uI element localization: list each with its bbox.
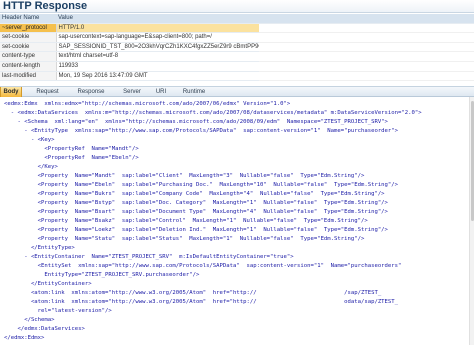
xml-line: <atom:link xmlns:atom="http://www.w3.org… bbox=[4, 290, 382, 296]
xml-line: <Property Name="Statu" sap:label="Status… bbox=[4, 236, 365, 242]
xml-line: <Property Name="Bsakz" sap:label="Contro… bbox=[4, 218, 368, 224]
header-value-cell: 119933 bbox=[56, 61, 259, 72]
header-value-cell: sap-usercontext=sap-language=E&sap-clien… bbox=[56, 32, 259, 43]
xml-line: rel="latest-version"/> bbox=[4, 308, 112, 314]
tab-response[interactable]: Response bbox=[70, 87, 112, 97]
xml-line: <Property Name="Mandt" sap:label="Client… bbox=[4, 173, 365, 179]
header-name-cell: last-modified bbox=[0, 71, 57, 82]
column-header-name[interactable]: Header Name bbox=[0, 14, 56, 24]
column-header-empty bbox=[259, 14, 474, 24]
xml-line[interactable]: - <EntityType xmlns:sap="http://www.sap.… bbox=[4, 127, 398, 136]
table-row[interactable]: content-length 119933 bbox=[0, 61, 474, 72]
xml-line: <Property Name="Bukrs" sap:label="Compan… bbox=[4, 191, 385, 197]
table-row[interactable]: set-cookie SAP_SESSIONID_TST_800=2O3khVq… bbox=[0, 42, 474, 53]
xml-line: <edmx:Edmx xmlns:edmx="http://schemas.mi… bbox=[4, 101, 291, 107]
xml-line: <atom:link xmlns:atom="http://www.w3.org… bbox=[4, 299, 399, 305]
xml-line: <PropertyRef Name="Mandt"/> bbox=[4, 146, 139, 152]
window-title: HTTP Response bbox=[3, 0, 88, 12]
xml-line[interactable]: - <Schema xml:lang="en" xmlns="http://sc… bbox=[4, 118, 387, 127]
xml-line: </EntityType> bbox=[4, 245, 75, 251]
xml-line: </Key> bbox=[4, 164, 58, 170]
header-value-cell: SAP_SESSIONID_TST_800=2O3khVqrCZh1KXC4fg… bbox=[56, 42, 259, 53]
xml-line: <Property Name="Ebeln" sap:label="Purcha… bbox=[4, 182, 399, 188]
tab-uri[interactable]: URI bbox=[152, 87, 170, 97]
header-value-cell: HTTP/1.0 bbox=[56, 23, 259, 34]
tab-runtime[interactable]: Runtime bbox=[176, 87, 212, 97]
xml-body-viewer[interactable]: <edmx:Edmx xmlns:edmx="http://schemas.mi… bbox=[0, 97, 474, 345]
tab-server[interactable]: Server bbox=[117, 87, 147, 97]
table-row[interactable]: last-modified Mon, 19 Sep 2016 13:47:09 … bbox=[0, 71, 474, 82]
header-value-cell: text/html charset=utf-8 bbox=[56, 51, 259, 63]
xml-line: <EntitySet xmlns:sap="http://www.sap.com… bbox=[4, 263, 402, 269]
header-name-cell: content-length bbox=[0, 61, 57, 72]
xml-line[interactable]: - <EntityContainer Name="ZTEST_PROJECT_S… bbox=[4, 253, 293, 262]
response-tab-strip: Body Request Response Server URI Runtime bbox=[0, 86, 474, 97]
column-header-value[interactable]: Value bbox=[56, 14, 259, 24]
xml-line: </edmx:DataServices> bbox=[4, 326, 85, 332]
header-value-cell: Mon, 19 Sep 2016 13:47:09 GMT bbox=[56, 71, 259, 82]
table-header-row: Header Name Value bbox=[0, 14, 474, 24]
http-headers-table: Header Name Value ~server_protocol HTTP/… bbox=[0, 14, 474, 82]
xml-line: <PropertyRef Name="Ebeln"/> bbox=[4, 155, 139, 161]
header-name-cell: content-type bbox=[0, 51, 57, 63]
xml-line: <Property Name="Loekz" sap:label="Deleti… bbox=[4, 227, 388, 233]
header-name-cell: ~server_protocol bbox=[0, 23, 57, 34]
xml-line[interactable]: - <Key> bbox=[4, 136, 55, 145]
xml-line: <Property Name="Bsart" sap:label="Docume… bbox=[4, 209, 388, 215]
window-title-bar: HTTP Response bbox=[0, 0, 474, 13]
xml-line: </edmx:Edmx> bbox=[4, 335, 45, 341]
xml-line: <Property Name="Bstyp" sap:label="Doc. C… bbox=[4, 200, 388, 206]
xml-line[interactable]: - <edmx:DataServices xmlns:m="http://sch… bbox=[4, 109, 422, 118]
table-row[interactable]: ~server_protocol HTTP/1.0 bbox=[0, 23, 474, 34]
tab-request[interactable]: Request bbox=[31, 87, 64, 97]
header-name-cell: set-cookie bbox=[0, 32, 57, 43]
xml-line: </Schema> bbox=[4, 317, 55, 323]
tab-body[interactable]: Body bbox=[0, 87, 22, 97]
table-row[interactable]: content-type text/html charset=utf-8 bbox=[0, 51, 474, 63]
header-name-cell: set-cookie bbox=[0, 42, 57, 53]
xml-line: EntityType="ZTEST_PROJECT_SRV.purchaseor… bbox=[4, 272, 200, 278]
vertical-scrollbar[interactable] bbox=[469, 97, 474, 345]
xml-line: </EntityContainer> bbox=[4, 281, 92, 287]
table-row[interactable]: set-cookie sap-usercontext=sap-language=… bbox=[0, 32, 474, 43]
